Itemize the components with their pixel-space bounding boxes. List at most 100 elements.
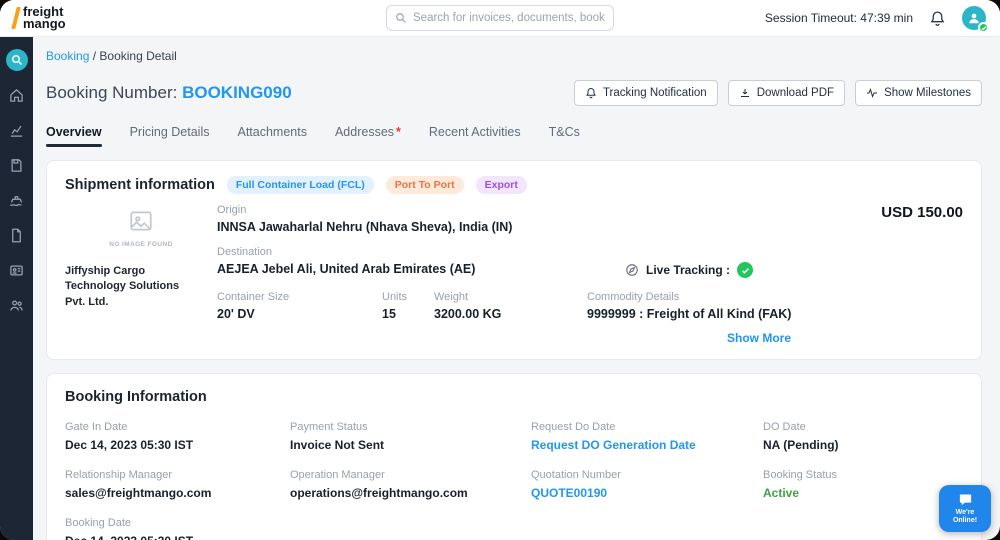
id-card-icon	[10, 265, 23, 275]
logo-text: freight mango	[23, 4, 66, 31]
container-size-field: Container Size 20' DV	[217, 291, 382, 321]
container-size-value: 20' DV	[217, 307, 255, 321]
sidebar-item-documents[interactable]	[6, 224, 28, 246]
relationship-manager-field: Relationship Manager sales@freightmango.…	[65, 469, 290, 500]
service-type-badge: Port To Port	[385, 176, 464, 194]
origin-label: Origin	[217, 204, 247, 216]
breadcrumb-current: Booking Detail	[99, 49, 177, 63]
gate-in-date-value: Dec 14, 2023 05:30 IST	[65, 438, 194, 452]
tab-tcs[interactable]: T&Cs	[549, 125, 580, 147]
load-type-badge: Full Container Load (FCL)	[226, 176, 374, 194]
booking-date-value: Dec 14, 2023 05:30 IST	[65, 534, 290, 540]
destination-value: AEJEA Jebel Ali, United Arab Emirates (A…	[217, 262, 476, 276]
search-icon	[396, 13, 406, 23]
booking-status-label: Booking Status	[763, 469, 837, 481]
notifications-bell-icon[interactable]	[929, 10, 946, 27]
relationship-manager-value: sales@freightmango.com	[65, 486, 212, 500]
topbar: freight mango Session Timeout: 47:39 min	[0, 0, 1000, 37]
do-date-field: DO Date NA (Pending)	[763, 421, 963, 452]
tab-recent-activities-label: Recent Activities	[428, 125, 521, 139]
milestones-pulse-icon	[867, 88, 878, 98]
shipment-specs: Container Size 20' DV Units 15 Weight 32…	[217, 291, 963, 321]
required-asterisk: *	[396, 125, 401, 139]
shipper-block: NO IMAGE FOUND Jiffyship Cargo Technolog…	[65, 204, 217, 347]
global-search[interactable]	[386, 5, 614, 31]
topbar-right: Session Timeout: 47:39 min	[765, 6, 989, 33]
bell-icon	[586, 87, 596, 99]
breadcrumb: Booking / Booking Detail	[46, 49, 982, 63]
tab-addresses-label: Addresses	[334, 125, 395, 139]
save-icon	[11, 158, 22, 172]
download-pdf-button[interactable]: Download PDF	[727, 80, 846, 106]
no-image-placeholder: NO IMAGE FOUND	[106, 208, 176, 248]
shipment-details: USD 150.00 Origin INNSA Jawaharlal Nehru…	[217, 204, 963, 347]
operation-manager-label: Operation Manager	[290, 469, 385, 481]
sidebar	[0, 37, 33, 540]
sidebar-item-team[interactable]	[6, 294, 28, 316]
tracking-notification-label: Tracking Notification	[602, 87, 707, 99]
tab-attachments-label: Attachments	[237, 125, 307, 139]
ship-icon	[9, 195, 23, 206]
breadcrumb-booking-link[interactable]: Booking	[46, 49, 89, 63]
shipment-card-title: Shipment information	[65, 177, 215, 193]
tab-overview[interactable]: Overview	[46, 125, 102, 147]
request-do-date-label: Request Do Date	[531, 421, 616, 433]
do-date-label: DO Date	[763, 421, 806, 433]
sidebar-item-analytics[interactable]	[6, 119, 28, 141]
tab-recent-activities[interactable]: Recent Activities	[429, 125, 521, 147]
booking-status-value: Active	[763, 486, 800, 500]
app-window: freight mango Session Timeout: 47:39 min	[0, 0, 1000, 540]
tracking-notification-button[interactable]: Tracking Notification	[573, 80, 718, 106]
sidebar-item-home[interactable]	[6, 84, 28, 106]
weight-label: Weight	[434, 291, 469, 303]
tab-addresses[interactable]: Addresses *	[335, 125, 401, 147]
freightmango-logo[interactable]: freight mango	[11, 4, 66, 31]
quotation-number-label: Quotation Number	[531, 469, 621, 481]
shipment-card-header: Shipment information Full Container Load…	[65, 176, 963, 194]
logo-mark-icon	[11, 7, 21, 29]
destination-block: Destination AEJEA Jebel Ali, United Arab…	[217, 246, 625, 278]
sidebar-item-search[interactable]	[5, 49, 28, 71]
live-tracking-status: Live Tracking :	[625, 262, 754, 278]
tab-bar: Overview Pricing Details Attachments Add…	[46, 125, 982, 147]
commodity-label: Commodity Details	[587, 291, 680, 303]
quotation-number-field: Quotation Number QUOTE00190	[531, 469, 763, 500]
image-placeholder-icon	[130, 211, 152, 231]
sidebar-item-shipments[interactable]	[6, 189, 28, 211]
quotation-number-link[interactable]: QUOTE00190	[531, 486, 763, 500]
home-icon	[10, 88, 23, 102]
search-input[interactable]	[413, 12, 605, 24]
live-chat-widget[interactable]: We're Online!	[939, 485, 991, 532]
show-milestones-button[interactable]: Show Milestones	[855, 80, 982, 106]
units-label: Units	[382, 291, 408, 303]
sidebar-item-contacts[interactable]	[6, 259, 28, 281]
show-more-link[interactable]: Show More	[727, 331, 791, 345]
do-date-value: NA (Pending)	[763, 438, 839, 452]
header-actions: Tracking Notification Download PDF Show …	[573, 80, 982, 106]
weight-field: Weight 3200.00 KG	[434, 291, 587, 321]
commodity-field: Commodity Details 9999999 : Freight of A…	[587, 291, 963, 321]
chat-status-text: We're Online!	[952, 508, 978, 524]
operation-manager-field: Operation Manager operations@freightmang…	[290, 469, 531, 500]
units-value: 15	[382, 307, 396, 321]
tab-attachments[interactable]: Attachments	[237, 125, 306, 147]
search-icon	[11, 55, 22, 66]
gate-in-date-field: Gate In Date Dec 14, 2023 05:30 IST	[65, 421, 290, 452]
logo-line2: mango	[23, 16, 66, 31]
user-avatar[interactable]	[962, 6, 989, 33]
tab-tcs-label: T&Cs	[548, 125, 580, 139]
booking-information-card: Booking Information Gate In Date Dec 14,…	[46, 373, 982, 540]
show-milestones-label: Show Milestones	[884, 87, 971, 99]
request-do-generation-link[interactable]: Request DO Generation Date	[531, 438, 763, 452]
weight-value: 3200.00 KG	[434, 307, 502, 321]
relationship-manager-label: Relationship Manager	[65, 469, 173, 481]
operation-manager-value: operations@freightmango.com	[290, 486, 468, 500]
units-field: Units 15	[382, 291, 434, 321]
payment-status-field: Payment Status Invoice Not Sent	[290, 421, 531, 452]
booking-date-label: Booking Date	[65, 517, 132, 529]
tab-pricing-details[interactable]: Pricing Details	[130, 125, 210, 147]
shipper-company-name: Jiffyship Cargo Technology Solutions Pvt…	[65, 265, 180, 308]
tab-overview-label: Overview	[46, 125, 102, 139]
tab-pricing-label: Pricing Details	[129, 125, 210, 139]
sidebar-item-saved[interactable]	[6, 154, 28, 176]
